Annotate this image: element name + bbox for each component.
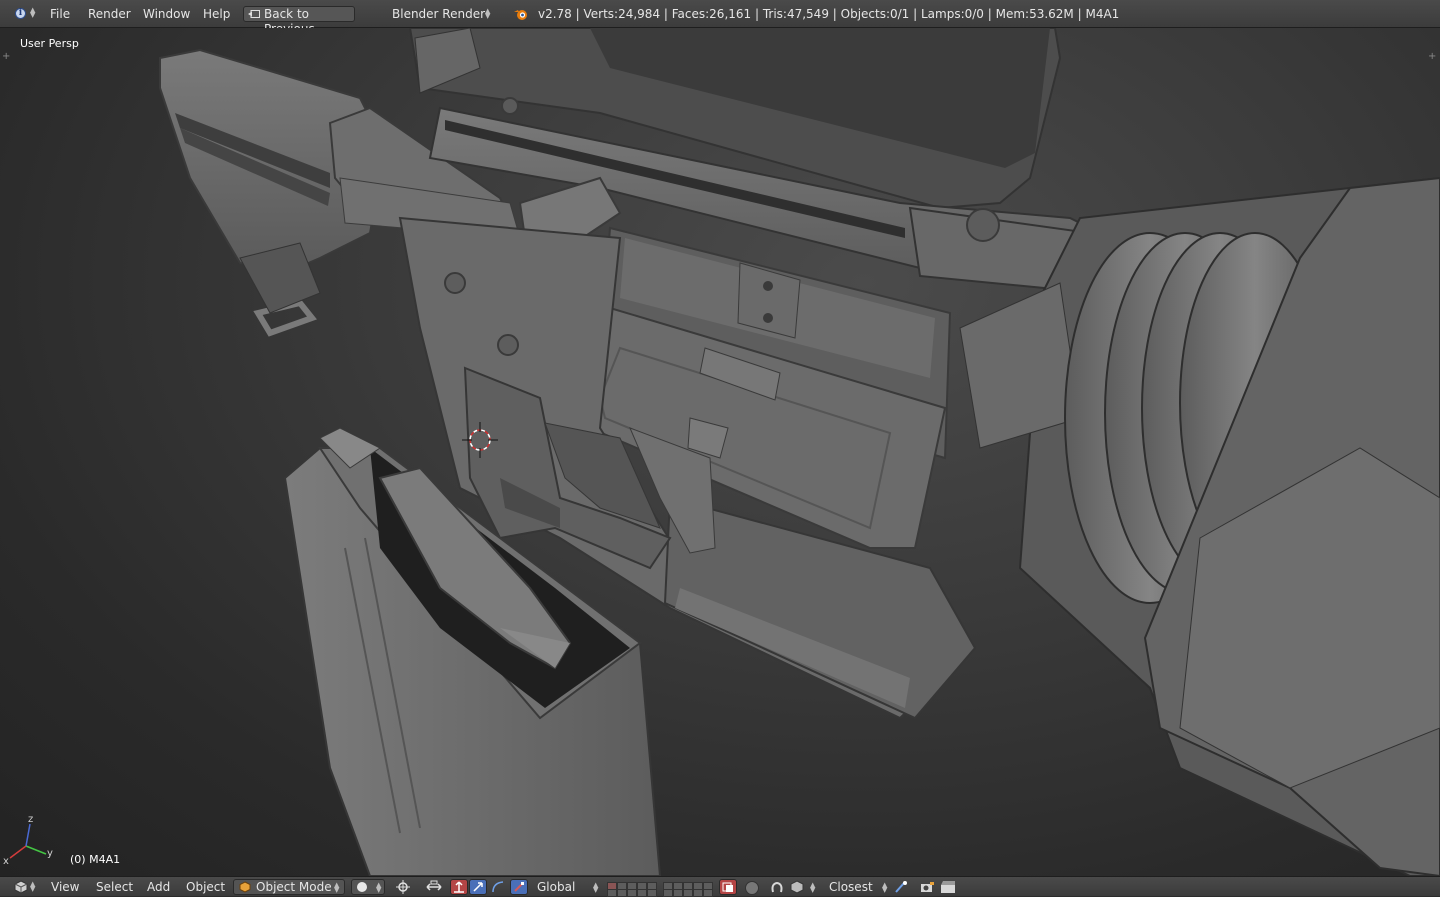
rotate-manipulator-button[interactable] — [469, 879, 487, 895]
chevron-updown-icon: ▲ ▼ — [810, 881, 816, 894]
object-mode-icon — [239, 881, 251, 893]
solid-shading-icon — [357, 882, 367, 892]
chevron-updown-icon: ▲ ▼ — [334, 881, 340, 894]
menu-select[interactable]: Select — [96, 877, 133, 897]
render-animation-icon[interactable] — [940, 880, 956, 894]
3d-view-header: ▲ ▼ View Select Add Object Object Mode ▲ ▼… — [0, 876, 1440, 897]
layer-buttons-group-1[interactable] — [607, 879, 657, 897]
region-expand-right-icon[interactable]: + — [1428, 52, 1438, 62]
interaction-mode-selector[interactable]: Object Mode ▲ ▼ — [233, 879, 345, 895]
axis-y-label: y — [47, 848, 53, 859]
editor-type-selector[interactable]: i ▲ ▼ — [8, 6, 36, 22]
cube-icon — [14, 880, 28, 894]
menu-window[interactable]: Window — [143, 0, 190, 28]
back-to-previous-button[interactable]: Back to Previous — [243, 6, 355, 36]
chevron-updown-icon: ▲ ▼ — [485, 7, 491, 20]
info-header: i ▲▼ File Render Window Help Back to Pre… — [0, 0, 1440, 36]
axis-z-label: z — [28, 814, 33, 825]
pivot-point-icon[interactable] — [396, 880, 410, 894]
chevron-updown-icon: ▲ ▼ — [882, 881, 888, 894]
m4a1-model-render: y x z — [3, 28, 1440, 876]
viewport-shading-selector[interactable]: ▲ ▼ — [351, 879, 385, 895]
snap-target-label[interactable]: Closest — [829, 877, 873, 897]
active-object-label: (0) M4A1 — [70, 853, 121, 866]
blender-logo-icon — [514, 10, 527, 20]
menu-help[interactable]: Help — [203, 0, 230, 28]
menu-object[interactable]: Object — [186, 877, 225, 897]
snap-rotation-icon[interactable] — [894, 880, 910, 894]
render-camera-icon[interactable] — [920, 880, 936, 894]
scale-manipulator-icon[interactable] — [491, 880, 505, 894]
info-icon: i — [15, 8, 26, 19]
chevron-updown-icon: ▲ ▼ — [376, 881, 382, 894]
translate-icon — [454, 881, 464, 893]
layer-buttons-group-2[interactable] — [663, 879, 713, 897]
scale-manipulator-button[interactable] — [510, 879, 528, 895]
back-screen-icon — [248, 10, 260, 18]
chevron-updown-icon: ▲ ▼ — [593, 881, 599, 894]
proportional-editing-icon[interactable] — [745, 881, 759, 895]
snap-magnet-icon[interactable] — [770, 880, 784, 894]
snap-element-icon[interactable] — [790, 880, 804, 894]
render-engine-label: Blender Render — [392, 7, 486, 21]
editor-type-selector[interactable]: ▲ ▼ — [8, 879, 36, 895]
scene-stats: v2.78 | Verts:24,984 | Faces:26,161 | Tr… — [538, 7, 1120, 21]
menu-render[interactable]: Render — [88, 0, 131, 28]
mode-label: Object Mode — [256, 880, 332, 894]
rotate-icon — [473, 882, 483, 892]
translate-manipulator-button[interactable] — [450, 879, 468, 895]
axis-gizmo: y x z — [3, 814, 53, 867]
chevron-updown-icon: ▲ ▼ — [30, 6, 36, 19]
manipulator-toggle-icon[interactable] — [426, 880, 442, 894]
render-engine-selector[interactable]: Blender Render ▲ ▼ — [380, 6, 498, 22]
3d-viewport[interactable]: y x z User Persp (0) M4A1 + + — [0, 28, 1440, 876]
region-expand-left-icon[interactable]: + — [2, 52, 12, 62]
view-perspective-label: User Persp — [20, 37, 79, 50]
transform-orientation-label[interactable]: Global — [537, 877, 575, 897]
layers-icon — [722, 882, 733, 892]
scale-icon — [514, 882, 524, 892]
lock-layers-button[interactable] — [719, 879, 737, 895]
axis-x-label: x — [3, 856, 9, 867]
menu-add[interactable]: Add — [147, 877, 170, 897]
chevron-updown-icon: ▲ ▼ — [30, 880, 36, 893]
menu-view[interactable]: View — [51, 877, 79, 897]
menu-file[interactable]: File — [50, 0, 70, 28]
